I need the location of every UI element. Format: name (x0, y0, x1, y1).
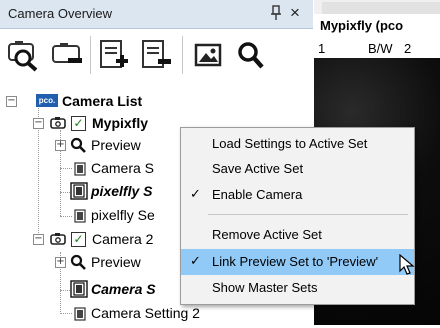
tree-node-label: Camera Setting 2 (91, 305, 200, 321)
tree-node-preview[interactable]: + Preview (0, 134, 180, 156)
tree-node-label: Preview (91, 254, 141, 270)
pin-icon[interactable] (269, 4, 283, 22)
tree-node-set[interactable]: Camera S (0, 157, 180, 179)
tree-node-label: Camera S (91, 160, 155, 176)
menu-item-save-active-set[interactable]: Save Active Set (181, 156, 414, 182)
viewer-index-2: 2 (404, 41, 412, 56)
tree-node-camera[interactable]: − ✓ Camera 2 (0, 228, 180, 250)
add-set-icon[interactable] (96, 38, 132, 72)
viewer-status: 1 B/W 2 (314, 40, 440, 58)
menu-item-label: Link Preview Set to 'Preview' (212, 254, 379, 269)
close-icon[interactable]: × (287, 3, 303, 23)
menu-item-label: Show Master Sets (212, 280, 318, 295)
tree-node-camera-list[interactable]: − pco. Camera List (0, 90, 200, 112)
collapse-icon[interactable]: − (6, 96, 17, 107)
tree-node-active-set[interactable]: pixelfly S (0, 180, 180, 202)
menu-item-link-preview-set[interactable]: ✓ Link Preview Set to 'Preview' (181, 249, 414, 275)
check-icon: ✓ (190, 254, 201, 269)
tree-node-label: Mypixfly (92, 115, 149, 131)
menu-item-label: Load Settings to Active Set (212, 136, 368, 151)
tree-node-camera[interactable]: − ✓ Mypixfly (0, 112, 200, 134)
tree-node-preview[interactable]: + Preview (0, 251, 180, 273)
panel-titlebar: Camera Overview × (0, 0, 313, 29)
menu-item-label: Enable Camera (212, 187, 303, 202)
panel-title: Camera Overview (8, 6, 113, 21)
tree-node-label: Camera S (91, 281, 156, 297)
check-icon: ✓ (190, 187, 201, 202)
remove-set-icon[interactable] (138, 38, 174, 72)
tree-node-label: Preview (91, 137, 141, 153)
magnifier-icon (70, 254, 86, 277)
collapse-icon[interactable]: − (33, 118, 44, 129)
menu-item-remove-active-set[interactable]: Remove Active Set (181, 222, 414, 248)
context-menu: Load Settings to Active Set Save Active … (180, 127, 415, 305)
viewer-title: Mypixfly (pco (320, 18, 404, 33)
menu-item-enable-camera[interactable]: ✓ Enable Camera (181, 182, 414, 208)
camera-enable-checkbox[interactable]: ✓ (71, 116, 86, 131)
camera-enable-checkbox[interactable]: ✓ (71, 232, 86, 247)
tree-node-label: Camera 2 (92, 231, 154, 247)
expand-icon[interactable]: + (55, 257, 66, 268)
tree-node-label: pixelfly S (91, 183, 153, 199)
tree-node-label: Camera List (62, 93, 143, 109)
camera-icon (50, 231, 68, 253)
mouse-cursor-icon (398, 253, 418, 276)
set-document-icon (74, 208, 86, 230)
toolbar-separator (182, 36, 183, 74)
viewer-mode: B/W (368, 41, 393, 56)
toolbar-separator (90, 36, 91, 74)
viewer-titlebar: Mypixfly (pco (314, 14, 440, 41)
toolbar (0, 30, 313, 80)
tree-node-set[interactable]: pixelfly Se (0, 204, 180, 226)
menu-item-load-settings[interactable]: Load Settings to Active Set (181, 131, 414, 157)
menu-item-show-master-sets[interactable]: Show Master Sets (181, 275, 414, 301)
zoom-icon[interactable] (234, 38, 270, 72)
remove-camera-icon[interactable] (50, 38, 86, 72)
pco-logo-icon: pco. (36, 94, 58, 107)
tree-node-label: pixelfly Se (91, 207, 155, 223)
image-icon[interactable] (190, 38, 226, 72)
menu-item-label: Save Active Set (212, 161, 304, 176)
menu-separator (208, 214, 408, 215)
menu-item-label: Remove Active Set (212, 227, 322, 242)
expand-icon[interactable]: + (55, 140, 66, 151)
collapse-icon[interactable]: − (33, 234, 44, 245)
tree-node-active-set[interactable]: Camera S (0, 278, 180, 300)
tree-node-set[interactable]: Camera Setting 2 (0, 302, 200, 324)
search-camera-icon[interactable] (6, 38, 42, 72)
viewer-index: 1 (318, 41, 326, 56)
viewer-frame (314, 0, 440, 14)
